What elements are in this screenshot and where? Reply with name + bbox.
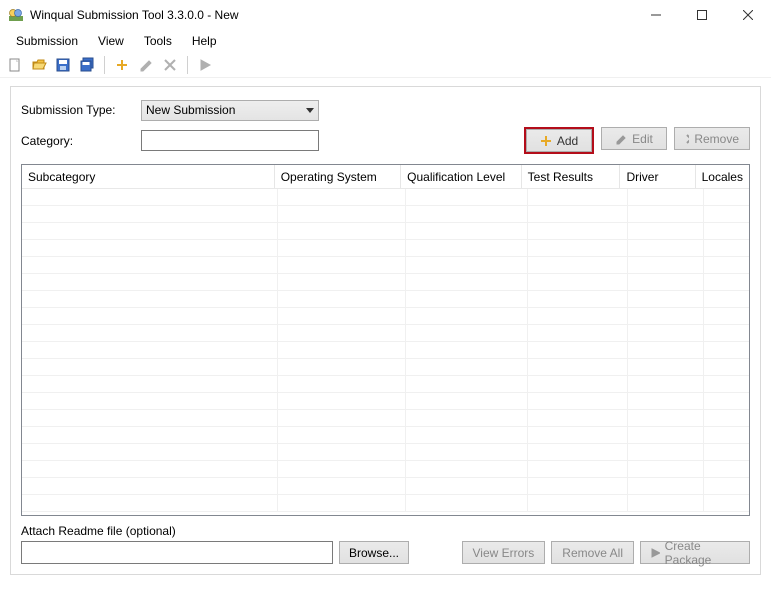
attach-row: Browse... View Errors Remove All Create … bbox=[21, 541, 750, 564]
pencil-icon bbox=[615, 133, 627, 145]
col-subcategory[interactable]: Subcategory bbox=[22, 165, 275, 188]
submission-table[interactable]: Subcategory Operating System Qualificati… bbox=[21, 164, 750, 516]
content-area: Submission Type: New Submission Category… bbox=[0, 78, 771, 585]
edit-button: Edit bbox=[601, 127, 667, 150]
submission-type-row: Submission Type: New Submission bbox=[21, 97, 750, 123]
table-row bbox=[22, 189, 749, 206]
app-icon bbox=[8, 7, 24, 23]
attach-section: Attach Readme file (optional) Browse... … bbox=[21, 524, 750, 564]
table-row bbox=[22, 274, 749, 291]
open-icon[interactable] bbox=[30, 56, 48, 74]
view-errors-button: View Errors bbox=[462, 541, 546, 564]
titlebar: Winqual Submission Tool 3.3.0.0 - New bbox=[0, 0, 771, 30]
table-row bbox=[22, 427, 749, 444]
edit-button-label: Edit bbox=[632, 132, 653, 146]
category-label: Category: bbox=[21, 134, 141, 148]
table-row bbox=[22, 376, 749, 393]
add-icon[interactable] bbox=[113, 56, 131, 74]
col-os[interactable]: Operating System bbox=[275, 165, 401, 188]
add-button[interactable]: Add bbox=[526, 129, 592, 152]
attach-input[interactable] bbox=[21, 541, 333, 564]
col-test[interactable]: Test Results bbox=[522, 165, 621, 188]
edit-icon bbox=[137, 56, 155, 74]
view-errors-label: View Errors bbox=[473, 546, 535, 560]
run-icon bbox=[196, 56, 214, 74]
toolbar-separator bbox=[187, 56, 188, 74]
maximize-button[interactable] bbox=[679, 0, 725, 30]
table-row bbox=[22, 291, 749, 308]
menubar: Submission View Tools Help bbox=[0, 30, 771, 52]
browse-button-label: Browse... bbox=[349, 546, 399, 560]
table-row bbox=[22, 240, 749, 257]
window-title: Winqual Submission Tool 3.3.0.0 - New bbox=[30, 8, 633, 22]
category-row: Category: Add Edit Remove bbox=[21, 127, 750, 154]
save-all-icon[interactable] bbox=[78, 56, 96, 74]
menu-tools[interactable]: Tools bbox=[134, 32, 182, 50]
table-body bbox=[22, 189, 749, 512]
new-icon[interactable] bbox=[6, 56, 24, 74]
table-row bbox=[22, 461, 749, 478]
x-icon bbox=[685, 133, 689, 145]
table-header: Subcategory Operating System Qualificati… bbox=[22, 165, 749, 189]
toolbar-separator bbox=[104, 56, 105, 74]
remove-button-label: Remove bbox=[694, 132, 739, 146]
create-package-label: Create Package bbox=[665, 539, 739, 567]
create-package-button: Create Package bbox=[640, 541, 750, 564]
submission-type-combo[interactable]: New Submission bbox=[141, 100, 319, 121]
table-row bbox=[22, 444, 749, 461]
delete-icon bbox=[161, 56, 179, 74]
col-qual[interactable]: Qualification Level bbox=[401, 165, 522, 188]
chevron-down-icon bbox=[306, 103, 314, 117]
col-locales[interactable]: Locales bbox=[696, 165, 749, 188]
table-row bbox=[22, 257, 749, 274]
toolbar bbox=[0, 52, 771, 78]
menu-submission[interactable]: Submission bbox=[6, 32, 88, 50]
table-row bbox=[22, 223, 749, 240]
menu-help[interactable]: Help bbox=[182, 32, 227, 50]
table-row bbox=[22, 206, 749, 223]
add-button-highlight: Add bbox=[524, 127, 594, 154]
table-row bbox=[22, 325, 749, 342]
plus-icon bbox=[540, 135, 552, 147]
close-button[interactable] bbox=[725, 0, 771, 30]
table-row bbox=[22, 410, 749, 427]
table-row bbox=[22, 359, 749, 376]
submission-type-label: Submission Type: bbox=[21, 103, 141, 117]
table-row bbox=[22, 393, 749, 410]
browse-button[interactable]: Browse... bbox=[339, 541, 409, 564]
main-panel: Submission Type: New Submission Category… bbox=[10, 86, 761, 575]
submission-type-value: New Submission bbox=[146, 103, 235, 117]
minimize-button[interactable] bbox=[633, 0, 679, 30]
bottom-buttons: View Errors Remove All Create Package bbox=[415, 541, 750, 564]
save-icon[interactable] bbox=[54, 56, 72, 74]
category-input[interactable] bbox=[141, 130, 319, 151]
window-controls bbox=[633, 0, 771, 30]
add-button-label: Add bbox=[557, 134, 578, 148]
table-row bbox=[22, 342, 749, 359]
remove-button: Remove bbox=[674, 127, 750, 150]
table-row bbox=[22, 478, 749, 495]
category-buttons: Add Edit Remove bbox=[524, 127, 750, 154]
menu-view[interactable]: View bbox=[88, 32, 134, 50]
remove-all-label: Remove All bbox=[562, 546, 623, 560]
col-driver[interactable]: Driver bbox=[620, 165, 695, 188]
table-row bbox=[22, 495, 749, 512]
attach-label: Attach Readme file (optional) bbox=[21, 524, 750, 538]
play-icon bbox=[651, 548, 660, 558]
table-row bbox=[22, 308, 749, 325]
remove-all-button: Remove All bbox=[551, 541, 634, 564]
